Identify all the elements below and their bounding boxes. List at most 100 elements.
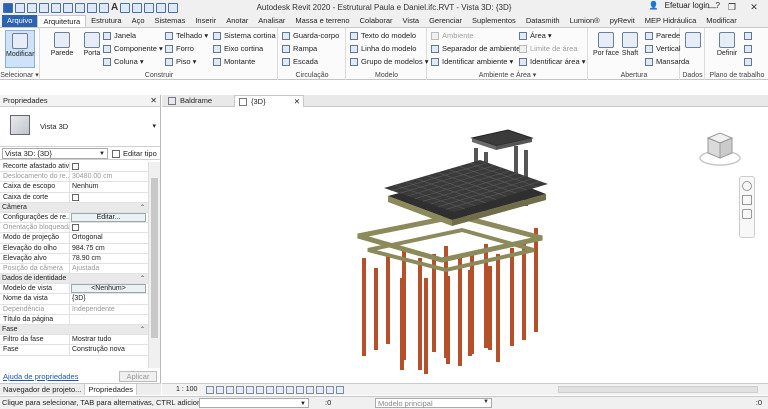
collapse-icon[interactable]: ⌃ <box>140 274 148 283</box>
lock-view-icon[interactable] <box>276 385 284 394</box>
tab-datasmith[interactable]: Datasmith <box>521 15 565 27</box>
reveal-hidden-icon[interactable] <box>296 385 304 394</box>
render-icon[interactable] <box>246 385 254 394</box>
property-checkbox[interactable] <box>72 224 79 232</box>
definir-button[interactable]: Definir <box>712 30 742 68</box>
tab-massa-terreno[interactable]: Massa e terreno <box>290 15 354 27</box>
tab-pyrevit[interactable]: pyRevit <box>605 15 640 27</box>
options-icon[interactable] <box>742 209 752 219</box>
open-icon[interactable] <box>15 2 25 13</box>
print-icon[interactable] <box>75 2 85 13</box>
highlight-displacement-icon[interactable] <box>326 385 334 394</box>
thin-lines-icon[interactable] <box>144 2 155 13</box>
pile-column[interactable] <box>488 266 492 350</box>
property-group[interactable]: Câmera ⌃ <box>0 202 148 213</box>
viewer-button[interactable] <box>744 57 755 67</box>
edit-type-button[interactable]: Editar tipo <box>112 148 157 159</box>
minimize-button[interactable]: — <box>704 0 720 15</box>
ambiente-button[interactable]: Ambiente <box>431 31 474 41</box>
tab-vista[interactable]: Vista <box>398 15 425 27</box>
janela-button[interactable]: Janela <box>103 31 136 41</box>
parede-button[interactable]: Parede <box>47 30 77 68</box>
horizontal-scrollbar[interactable] <box>558 386 758 393</box>
componente-button[interactable]: Componente ▾ <box>103 44 163 54</box>
pile-column[interactable] <box>458 258 462 366</box>
panel-label-selecionar[interactable]: Selecionar ▾ <box>0 71 39 79</box>
parede-abertura-button[interactable]: Parede <box>645 31 680 41</box>
property-group[interactable]: Dados de identidade ⌃ <box>0 274 148 285</box>
linha-modelo-button[interactable]: Linha do modelo <box>350 44 416 54</box>
properties-help-link[interactable]: Ajuda de propriedades <box>3 370 78 383</box>
texto-modelo-button[interactable]: Texto do modelo <box>350 31 416 41</box>
tab-lumion[interactable]: Lumion® <box>565 15 605 27</box>
pile-column[interactable] <box>468 270 472 356</box>
pile-column[interactable] <box>400 278 404 370</box>
area-button[interactable]: Área ▾ <box>519 31 552 41</box>
revit-logo-icon[interactable] <box>3 2 13 13</box>
tab-arquivo[interactable]: Arquivo <box>2 15 38 27</box>
zoom-icon[interactable] <box>742 195 752 205</box>
detail-level-icon[interactable] <box>206 385 214 394</box>
measure-icon[interactable] <box>87 2 97 13</box>
tab-gerenciar[interactable]: Gerenciar <box>424 15 467 27</box>
temp-hide-icon[interactable] <box>286 385 294 394</box>
pile-column[interactable] <box>362 258 366 356</box>
property-value[interactable] <box>70 315 148 324</box>
eixo-cortina-button[interactable]: Eixo cortina <box>213 44 263 54</box>
pile-column[interactable] <box>418 258 422 370</box>
view-scale[interactable]: 1 : 100 <box>176 386 206 393</box>
sun-path-icon[interactable] <box>226 385 234 394</box>
tab-estrutura[interactable]: Estrutura <box>86 15 126 27</box>
dimension-icon[interactable] <box>99 2 109 13</box>
constraints-icon[interactable] <box>336 385 344 394</box>
tab-colaborar[interactable]: Colaborar <box>355 15 398 27</box>
pile-column[interactable] <box>510 248 514 346</box>
piso-button[interactable]: Piso ▾ <box>165 57 196 67</box>
analytical-model-icon[interactable] <box>316 385 324 394</box>
tab-inserir[interactable]: Inserir <box>190 15 221 27</box>
foundation-beam[interactable] <box>367 227 535 273</box>
identificar-ambiente-button[interactable]: Identificar ambiente ▾ <box>431 57 513 67</box>
restore-button[interactable]: ❐ <box>724 0 740 15</box>
pile-column[interactable] <box>534 228 538 332</box>
tab-analisar[interactable]: Analisar <box>253 15 290 27</box>
redo-icon[interactable] <box>63 2 73 13</box>
property-value[interactable]: Nenhum <box>70 182 148 191</box>
chevron-down-icon[interactable]: ▾ <box>152 122 156 130</box>
rampa-button[interactable]: Rampa <box>282 44 317 54</box>
ref-plane-button[interactable] <box>744 44 755 54</box>
telhado-button[interactable]: Telhado ▾ <box>165 31 208 41</box>
design-option-select[interactable]: Modelo principal ▼ <box>375 398 492 408</box>
apply-button[interactable]: Aplicar <box>119 371 157 382</box>
view-tab-3d[interactable]: {3D} ✕ <box>234 95 304 107</box>
pile-column[interactable] <box>374 268 378 350</box>
close-icon[interactable]: ✕ <box>294 96 300 108</box>
pile-column[interactable] <box>522 240 526 340</box>
structural-model[interactable] <box>162 108 768 382</box>
workset-select[interactable]: ▼ <box>199 398 309 408</box>
tab-anotar[interactable]: Anotar <box>221 15 253 27</box>
collapse-icon[interactable]: ⌃ <box>140 325 148 334</box>
property-checkbox[interactable] <box>72 193 79 201</box>
dados-button[interactable] <box>678 30 708 68</box>
crop-view-icon[interactable] <box>256 385 264 394</box>
pile-column[interactable] <box>424 278 428 374</box>
tab-aco[interactable]: Aço <box>127 15 150 27</box>
3d-view-icon[interactable] <box>120 2 131 13</box>
viewcube[interactable] <box>698 128 742 172</box>
property-edit-button[interactable]: Editar... <box>71 212 146 222</box>
forro-button[interactable]: Forro <box>165 44 194 54</box>
scroll-thumb[interactable] <box>151 178 158 338</box>
filter-count[interactable]: :0 <box>756 397 762 409</box>
login-link[interactable]: Efetuar login <box>665 1 710 10</box>
save-icon[interactable] <box>27 2 37 13</box>
sistema-cortina-button[interactable]: Sistema cortina <box>213 31 276 41</box>
property-value[interactable]: Construção nova <box>70 345 148 354</box>
section-icon[interactable] <box>132 2 143 13</box>
pile-column[interactable] <box>446 276 450 364</box>
tab-project-browser[interactable]: Navegador de projeto... <box>0 384 86 395</box>
show-plane-button[interactable] <box>744 31 755 41</box>
type-selector[interactable]: Vista 3D ▾ <box>0 107 160 147</box>
3d-view-canvas[interactable] <box>162 108 768 382</box>
undo-icon[interactable] <box>51 2 61 13</box>
